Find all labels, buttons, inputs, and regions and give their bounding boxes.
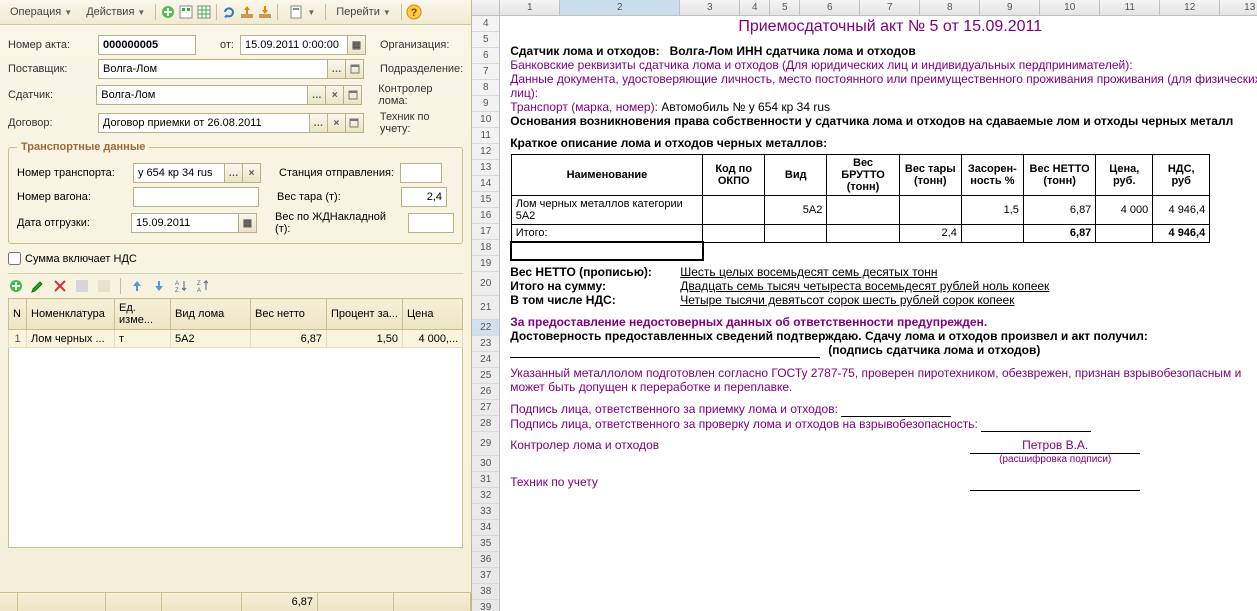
col-nomen[interactable]: Номенклатура — [27, 299, 115, 330]
from-date-input[interactable] — [240, 35, 348, 55]
select-icon[interactable]: … — [328, 59, 346, 79]
col-unit[interactable]: Ед. изме... — [115, 299, 171, 330]
station-input[interactable] — [400, 163, 442, 183]
col-netto[interactable]: Вес нетто — [251, 299, 327, 330]
add-icon[interactable] — [160, 4, 176, 20]
act-number-label: Номер акта: — [8, 39, 92, 51]
sort-desc-icon[interactable]: ZA — [195, 278, 211, 294]
col-kind[interactable]: Вид лома — [171, 299, 251, 330]
actions-menu[interactable]: Действия▼ — [80, 4, 151, 20]
grid-empty-area[interactable] — [8, 348, 463, 548]
grid-footer: 6,87 — [0, 592, 471, 611]
supplier-input[interactable] — [98, 59, 328, 79]
document-preview: Приемосдаточный акт № 5 от 15.09.2011 Сд… — [500, 16, 1257, 611]
footer-netto: 6,87 — [242, 593, 318, 611]
form-area: Номер акта: от: ▦ Организация: Поставщик… — [0, 25, 471, 554]
svg-text:?: ? — [410, 7, 417, 19]
help-icon[interactable]: ? — [406, 4, 422, 20]
goto-menu[interactable]: Перейти▼ — [330, 4, 397, 20]
sort-asc-icon[interactable]: AZ — [173, 278, 189, 294]
tare-label: Вес тара (т): — [277, 191, 395, 203]
sdatchik-input[interactable] — [96, 85, 308, 105]
select-icon[interactable]: … — [225, 163, 243, 183]
clear-icon[interactable]: × — [243, 163, 261, 183]
operation-menu[interactable]: Операция▼ — [4, 4, 78, 20]
sdatchik-label: Сдатчик: — [8, 89, 90, 101]
preview-panel: 1 2 3 4 5 6 7 8 9 10 11 12 13 4567891011… — [472, 0, 1257, 611]
controller-label: Контролер лома: — [378, 83, 463, 107]
edit-row-icon[interactable] — [30, 278, 46, 294]
items-grid[interactable]: N Номенклатура Ед. изме... Вид лома Вес … — [8, 298, 463, 348]
act-number-input[interactable] — [98, 35, 196, 55]
move-down-icon[interactable] — [151, 278, 167, 294]
report-menu-button[interactable]: ▼ — [282, 2, 321, 22]
waybill-weight-label: Вес по ЖДНакладной (т): — [275, 211, 402, 235]
add-row-icon[interactable] — [8, 278, 24, 294]
col-price[interactable]: Цена — [403, 299, 463, 330]
row-ruler[interactable]: 4567891011121314151617181920212223242526… — [472, 16, 500, 611]
form-panel: Операция▼ Действия▼ ▼ Перейти▼ ? Номер а… — [0, 0, 472, 611]
wagon-input[interactable] — [133, 187, 259, 207]
clear-icon[interactable]: × — [326, 85, 344, 105]
doc-title: Приемосдаточный акт № 5 от 15.09.2011 — [510, 18, 1257, 36]
open-icon[interactable] — [346, 59, 364, 79]
vat-checkbox-label: Сумма включает НДС — [25, 253, 137, 265]
svg-text:A: A — [175, 281, 179, 287]
download-icon[interactable] — [257, 4, 273, 20]
transport-legend: Транспортные данные — [17, 141, 149, 153]
move-up-icon[interactable] — [129, 278, 145, 294]
calendar-icon[interactable]: ▦ — [348, 35, 366, 55]
delete-row-icon[interactable] — [52, 278, 68, 294]
svg-text:Z: Z — [197, 281, 201, 287]
waybill-weight-input[interactable] — [408, 213, 454, 233]
upload-icon[interactable] — [239, 4, 255, 20]
ship-date-label: Дата отгрузки: — [17, 217, 125, 229]
load-grid-icon[interactable] — [96, 278, 112, 294]
calendar-icon[interactable]: ▦ — [239, 213, 257, 233]
supplier-label: Поставщик: — [8, 63, 92, 75]
transport-number-label: Номер транспорта: — [17, 167, 127, 179]
select-icon[interactable]: … — [308, 85, 326, 105]
open-icon[interactable] — [346, 113, 364, 133]
open-icon[interactable] — [344, 85, 362, 105]
save-grid-icon[interactable] — [74, 278, 90, 294]
from-label: от: — [220, 39, 234, 51]
select-icon[interactable]: … — [310, 113, 328, 133]
svg-text:A: A — [197, 288, 201, 294]
transport-number-input[interactable] — [133, 163, 225, 183]
wagon-label: Номер вагона: — [17, 191, 127, 203]
spreadsheet-icon[interactable] — [196, 4, 212, 20]
table-row[interactable]: 1 Лом черных ... т 5А2 6,87 1,50 4 000,.… — [9, 330, 463, 348]
technician-label: Техник по учету: — [380, 111, 463, 135]
subdivision-label: Подразделение: — [380, 63, 463, 75]
svg-text:Z: Z — [175, 288, 179, 294]
contract-input[interactable] — [98, 113, 310, 133]
refresh-icon[interactable] — [221, 4, 237, 20]
transport-fieldset: Транспортные данные Номер транспорта: … … — [8, 141, 463, 244]
contract-label: Договор: — [8, 117, 92, 129]
sheet-icon[interactable] — [178, 4, 194, 20]
ship-date-input[interactable] — [131, 213, 239, 233]
col-percent[interactable]: Процент за... — [327, 299, 403, 330]
tare-input[interactable] — [401, 187, 447, 207]
grid-toolbar: AZ ZA — [8, 273, 463, 298]
doc-items-table: Наименование Код по ОКПО Вид Вес БРУТТО … — [510, 154, 1210, 261]
column-ruler[interactable]: 1 2 3 4 5 6 7 8 9 10 11 12 13 — [472, 0, 1257, 16]
col-n[interactable]: N — [9, 299, 27, 330]
station-label: Станция отправления: — [279, 167, 394, 179]
clear-icon[interactable]: × — [328, 113, 346, 133]
organization-label: Организация: — [380, 39, 449, 51]
vat-checkbox[interactable] — [8, 252, 21, 265]
main-toolbar: Операция▼ Действия▼ ▼ Перейти▼ ? — [0, 0, 471, 25]
